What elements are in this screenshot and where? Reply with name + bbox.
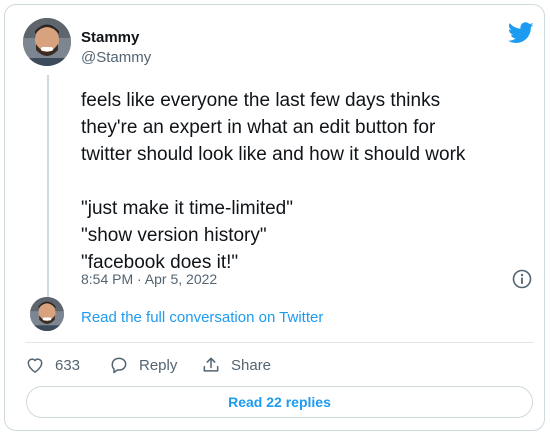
share-icon [203, 357, 219, 372]
like-button[interactable]: 633 [25, 354, 80, 376]
tweet-card: Stammy @Stammy feels like everyone the l… [4, 4, 545, 431]
share-label: Share [231, 356, 272, 374]
divider [25, 342, 534, 343]
heart-icon [27, 358, 43, 373]
read-conversation-link[interactable]: Read the full conversation on Twitter [81, 309, 323, 326]
tweet-timestamp[interactable]: 8:54 PM · Apr 5, 2022 [81, 271, 217, 287]
thread-line [47, 75, 49, 297]
display-name[interactable]: Stammy [81, 29, 139, 46]
tweet-text-line: "just make it time-limited" [81, 198, 293, 219]
tweet-text-line: they're an expert in what an edit button… [81, 117, 436, 138]
tweet-text: feels like everyone the last few days th… [81, 87, 531, 276]
like-count: 633 [55, 356, 81, 374]
avatar[interactable] [30, 297, 64, 331]
reply-button[interactable]: Reply [109, 354, 177, 376]
avatar[interactable] [23, 18, 71, 66]
reply-label: Reply [139, 356, 178, 374]
tweet-text-line: twitter should look like and how it shou… [81, 144, 466, 165]
twitter-bird-icon[interactable] [507, 22, 534, 46]
read-replies-button[interactable]: Read 22 replies [26, 386, 533, 418]
reply-icon [111, 357, 127, 374]
handle[interactable]: @Stammy [81, 49, 151, 66]
share-button[interactable]: Share [201, 354, 271, 376]
tweet-text-line: "show version history" [81, 225, 267, 246]
tweet-text-line: feels like everyone the last few days th… [81, 90, 441, 111]
info-icon[interactable] [512, 269, 532, 289]
